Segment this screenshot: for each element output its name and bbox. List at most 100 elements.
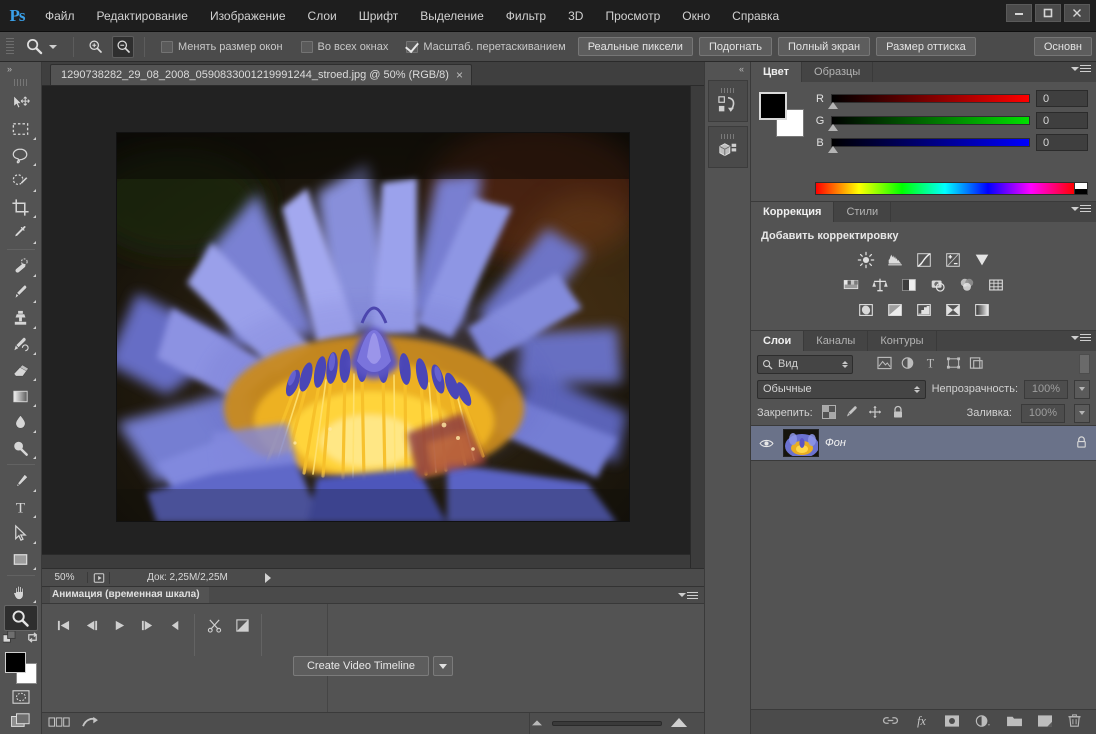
zoom-out-button[interactable]	[112, 35, 134, 58]
opacity-dropdown[interactable]	[1074, 379, 1090, 399]
options-bar-grip[interactable]	[6, 37, 14, 56]
scrubby-zoom-checkbox[interactable]: Масштаб. перетаскиванием	[400, 40, 571, 53]
tab-layers[interactable]: Слои	[751, 331, 805, 351]
eraser-tool[interactable]	[4, 357, 38, 383]
play-button[interactable]	[106, 614, 132, 636]
menu-file[interactable]: Файл	[34, 0, 86, 31]
collapse-tools-icon[interactable]: »	[0, 62, 41, 76]
all-windows-checkbox[interactable]: Во всех окнах	[295, 40, 395, 53]
filter-type-icon[interactable]: T	[923, 356, 938, 373]
fit-screen-button[interactable]: Подогнать	[698, 37, 772, 56]
canvas-image[interactable]	[116, 132, 630, 522]
blue-slider-track[interactable]	[828, 138, 1030, 153]
menu-help[interactable]: Справка	[721, 0, 790, 31]
layer-thumbnail[interactable]	[783, 429, 819, 457]
menu-layer[interactable]: Слои	[297, 0, 348, 31]
filter-pixel-icon[interactable]	[877, 356, 892, 373]
hue-saturation-icon[interactable]	[840, 275, 862, 295]
previous-frame-button[interactable]	[78, 614, 104, 636]
threshold-icon[interactable]	[913, 300, 935, 320]
menu-select[interactable]: Выделение	[409, 0, 495, 31]
layer-style-button[interactable]: fx	[913, 714, 930, 731]
color-panel-menu[interactable]	[1071, 65, 1091, 72]
lock-transparent-pixels-icon[interactable]	[821, 404, 836, 422]
channel-mixer-icon[interactable]	[956, 275, 978, 295]
lock-image-pixels-icon[interactable]	[845, 405, 859, 422]
expand-panels-icon[interactable]: «	[705, 62, 750, 76]
3d-panel-icon[interactable]	[707, 126, 748, 168]
spinner-icon[interactable]	[913, 385, 920, 393]
selective-color-icon[interactable]	[942, 300, 964, 320]
fill-screen-button[interactable]: Полный экран	[778, 37, 871, 56]
blend-mode-select[interactable]: Обычные	[757, 379, 926, 399]
blue-value[interactable]: 0	[1036, 134, 1088, 151]
new-adjustment-layer-button[interactable]	[974, 714, 992, 731]
checkbox-box[interactable]	[161, 40, 173, 53]
history-panel-icon[interactable]	[707, 80, 748, 122]
layer-visibility-icon[interactable]	[755, 438, 777, 449]
blue-slider-thumb[interactable]	[828, 146, 838, 153]
fill-value[interactable]: 100%	[1021, 403, 1065, 423]
zoom-out-small-icon[interactable]	[530, 717, 544, 730]
gradient-tool[interactable]	[4, 383, 38, 409]
pen-tool[interactable]	[4, 468, 38, 494]
levels-icon[interactable]	[884, 250, 906, 270]
adjustments-panel-menu[interactable]	[1071, 205, 1091, 212]
canvas[interactable]	[42, 86, 704, 568]
workspace-switcher[interactable]: Основн	[1033, 37, 1092, 56]
menu-window[interactable]: Окно	[671, 0, 721, 31]
green-value[interactable]: 0	[1036, 112, 1088, 129]
workspace-button[interactable]: Основн	[1033, 37, 1092, 56]
color-swatches[interactable]	[4, 651, 38, 685]
frame-view-toggle-icon[interactable]	[48, 716, 72, 731]
split-clip-button[interactable]	[201, 614, 227, 636]
vibrance-icon[interactable]	[971, 250, 993, 270]
menu-type[interactable]: Шрифт	[348, 0, 409, 31]
chevron-down-icon[interactable]	[49, 44, 57, 49]
tab-color[interactable]: Цвет	[751, 62, 803, 82]
next-frame-button[interactable]	[134, 614, 160, 636]
document-tab[interactable]: 1290738282_29_08_2008_059083300121999124…	[50, 64, 472, 85]
red-slider-thumb[interactable]	[828, 102, 838, 109]
quick-selection-tool[interactable]	[4, 168, 38, 194]
exposure-icon[interactable]	[942, 250, 964, 270]
quick-mask-button[interactable]	[4, 685, 38, 709]
tool-preset-picker[interactable]	[22, 36, 63, 58]
screen-mode-button[interactable]	[4, 709, 38, 733]
color-balance-icon[interactable]	[869, 275, 891, 295]
gradient-map-icon[interactable]	[971, 300, 993, 320]
new-layer-button[interactable]	[1037, 714, 1053, 731]
layer-filter-enable-toggle[interactable]	[1079, 354, 1090, 374]
audio-button[interactable]	[162, 614, 188, 636]
brightness-contrast-icon[interactable]	[855, 250, 877, 270]
lock-all-icon[interactable]	[891, 405, 905, 422]
layer-filter-select[interactable]: Вид	[757, 354, 853, 374]
create-video-timeline-button[interactable]: Create Video Timeline	[292, 656, 430, 676]
link-layers-button[interactable]	[882, 714, 899, 730]
curves-icon[interactable]	[913, 250, 935, 270]
tab-swatches[interactable]: Образцы	[802, 62, 874, 82]
color-lookup-icon[interactable]	[985, 275, 1007, 295]
fill-dropdown[interactable]	[1074, 403, 1090, 423]
menu-edit[interactable]: Редактирование	[86, 0, 199, 31]
brush-tool[interactable]	[4, 279, 38, 305]
menu-filter[interactable]: Фильтр	[495, 0, 557, 31]
photo-filter-icon[interactable]	[927, 275, 949, 295]
layer-locked-icon[interactable]	[1075, 435, 1088, 452]
rectangle-tool[interactable]	[4, 546, 38, 572]
resize-windows-checkbox[interactable]: Менять размер окон	[155, 40, 289, 53]
red-value[interactable]: 0	[1036, 90, 1088, 107]
clone-stamp-tool[interactable]	[4, 305, 38, 331]
close-icon[interactable]: ×	[456, 69, 463, 81]
hand-tool[interactable]	[4, 579, 38, 605]
transition-button[interactable]	[229, 614, 255, 636]
invert-icon[interactable]	[855, 300, 877, 320]
tab-styles[interactable]: Стили	[834, 202, 892, 222]
green-slider-thumb[interactable]	[828, 124, 838, 131]
layers-panel-menu[interactable]	[1071, 334, 1091, 341]
canvas-vertical-scrollbar[interactable]	[690, 86, 704, 568]
convert-to-timeline-icon[interactable]	[82, 716, 99, 732]
default-colors-icon[interactable]	[2, 630, 16, 647]
black-swatch[interactable]	[1075, 188, 1087, 194]
filter-adjustment-icon[interactable]	[900, 356, 915, 373]
